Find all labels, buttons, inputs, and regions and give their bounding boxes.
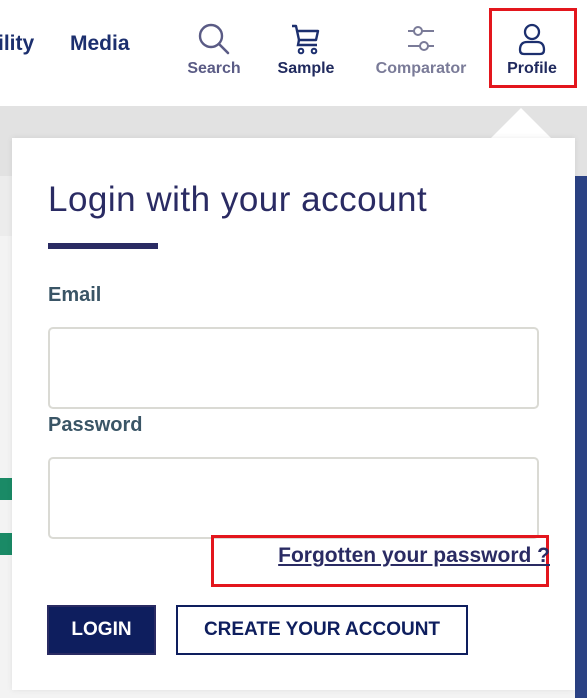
nav-link-media[interactable]: Media — [70, 32, 130, 56]
password-input[interactable] — [48, 457, 539, 539]
search-icon — [197, 12, 231, 56]
search-label: Search — [187, 60, 241, 77]
popup-caret — [491, 108, 551, 138]
nav-link-sustainability[interactable]: ility — [0, 32, 34, 56]
sample-label: Sample — [277, 60, 335, 77]
title-underline — [48, 243, 158, 249]
cart-icon — [289, 12, 323, 56]
green-marker — [0, 478, 12, 500]
sliders-icon — [404, 12, 438, 56]
green-marker — [0, 533, 12, 555]
email-input[interactable] — [48, 327, 539, 409]
side-blue-bar — [575, 176, 587, 698]
forgot-password-link[interactable]: Forgotten your password ? — [278, 544, 550, 568]
popup-title: Login with your account — [48, 180, 428, 219]
sample-button[interactable]: Sample — [270, 0, 342, 100]
email-label: Email — [48, 284, 102, 306]
comparator-label: Comparator — [375, 60, 467, 77]
search-button[interactable]: Search — [180, 0, 248, 100]
profile-highlight-box — [489, 8, 577, 88]
login-button[interactable]: LOGIN — [47, 605, 156, 655]
create-account-button[interactable]: CREATE YOUR ACCOUNT — [176, 605, 468, 655]
password-label: Password — [48, 414, 143, 436]
comparator-button[interactable]: Comparator — [366, 0, 476, 100]
